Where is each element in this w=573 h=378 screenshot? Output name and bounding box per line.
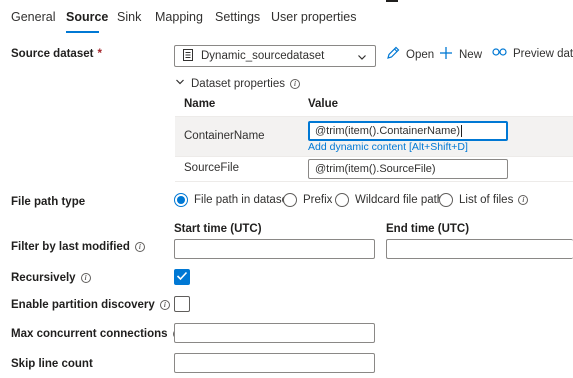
source-dataset-select[interactable]: Dynamic_sourcedataset xyxy=(174,45,376,67)
end-time-label: End time (UTC) xyxy=(386,223,470,235)
partition-discovery-checkbox[interactable] xyxy=(174,296,190,312)
dataset-properties-title: Dataset properties xyxy=(191,77,285,90)
info-icon: i xyxy=(518,195,529,205)
open-label: Open xyxy=(406,48,435,61)
start-time-label: Start time (UTC) xyxy=(174,223,262,235)
max-connections-label-text: Max concurrent connections xyxy=(11,328,168,340)
radio-button xyxy=(439,193,453,207)
column-header-value: Value xyxy=(308,98,339,110)
param-name-sourcefile: SourceFile xyxy=(184,162,239,174)
source-dataset-value: Dynamic_sourcedataset xyxy=(201,50,325,62)
source-file-input[interactable]: @trim(item().SourceFile) xyxy=(308,159,508,179)
info-icon: i xyxy=(289,78,300,89)
chevron-down-icon xyxy=(357,51,367,65)
checkmark-icon xyxy=(176,270,188,284)
dataset-icon xyxy=(183,48,193,64)
max-connections-input[interactable] xyxy=(174,323,375,343)
container-name-input[interactable]: @trim(item().ContainerName) xyxy=(308,121,508,141)
glasses-icon xyxy=(492,46,513,61)
column-header-name: Name xyxy=(184,98,216,110)
add-dynamic-content-link[interactable]: Add dynamic content [Alt+Shift+D] xyxy=(308,141,468,153)
preview-label: Preview data xyxy=(513,47,573,60)
preview-data-button[interactable]: Preview data xyxy=(492,46,573,61)
radio-label: Prefix xyxy=(303,194,333,206)
open-dataset-button[interactable]: Open xyxy=(386,46,434,63)
info-icon: i xyxy=(80,273,91,283)
divider xyxy=(175,181,573,182)
recursively-checkbox[interactable] xyxy=(174,269,190,285)
start-time-input[interactable] xyxy=(174,239,375,259)
required-mark: * xyxy=(97,48,102,60)
tab-sink[interactable]: Sink xyxy=(117,10,141,24)
file-path-type-label-text: File path type xyxy=(11,196,86,208)
filter-label-text: Filter by last modified xyxy=(11,241,130,253)
tab-source[interactable]: Source xyxy=(66,10,108,24)
skip-line-count-input[interactable] xyxy=(174,353,375,373)
text-caret xyxy=(461,125,463,138)
end-time-input[interactable] xyxy=(386,239,573,259)
radio-prefix[interactable]: Prefix xyxy=(283,193,332,207)
source-dataset-label: Source dataset * xyxy=(11,48,102,60)
radio-file-path-in-dataset[interactable]: File path in dataset xyxy=(174,193,291,207)
info-icon: i xyxy=(134,242,145,252)
partition-discovery-label: Enable partition discovery i xyxy=(11,299,170,311)
skip-line-count-label-text: Skip line count xyxy=(11,358,93,370)
radio-button-selected xyxy=(174,193,188,207)
tab-mapping[interactable]: Mapping xyxy=(155,10,203,24)
param-name-container: ContainerName xyxy=(184,130,265,142)
tab-settings[interactable]: Settings xyxy=(215,10,260,24)
radio-list-of-files[interactable]: List of files i xyxy=(439,193,529,207)
active-tab-indicator xyxy=(66,31,99,33)
radio-label: List of files xyxy=(459,194,514,206)
tab-bar: General Source Sink Mapping Settings Use… xyxy=(0,0,573,36)
file-path-type-label: File path type xyxy=(11,196,85,208)
new-dataset-button[interactable]: New xyxy=(439,46,482,63)
chevron-down-icon xyxy=(175,77,191,90)
pencil-icon xyxy=(386,46,406,63)
radio-label: File path in dataset xyxy=(194,194,292,206)
skip-line-count-label: Skip line count xyxy=(11,358,93,370)
radio-wildcard-file-path[interactable]: Wildcard file path xyxy=(335,193,443,207)
source-file-value: @trim(item().SourceFile) xyxy=(315,163,436,175)
radio-label: Wildcard file path xyxy=(355,194,444,206)
radio-button xyxy=(283,193,297,207)
tab-general[interactable]: General xyxy=(11,10,55,24)
source-dataset-label-text: Source dataset xyxy=(11,48,94,60)
max-connections-label: Max concurrent connections i xyxy=(11,328,183,340)
top-edge-mark xyxy=(386,0,398,2)
partition-discovery-label-text: Enable partition discovery xyxy=(11,299,155,311)
divider xyxy=(175,156,573,157)
dataset-properties-toggle[interactable]: Dataset properties i xyxy=(175,77,300,90)
new-label: New xyxy=(459,48,483,61)
filter-last-modified-label: Filter by last modified i xyxy=(11,241,145,253)
radio-button xyxy=(335,193,349,207)
info-icon: i xyxy=(159,300,170,310)
tab-user-properties[interactable]: User properties xyxy=(271,10,356,24)
plus-icon xyxy=(439,46,459,63)
recursively-label: Recursively i xyxy=(11,272,91,284)
container-name-value: @trim(item().ContainerName) xyxy=(315,125,461,137)
recursively-label-text: Recursively xyxy=(11,272,76,284)
